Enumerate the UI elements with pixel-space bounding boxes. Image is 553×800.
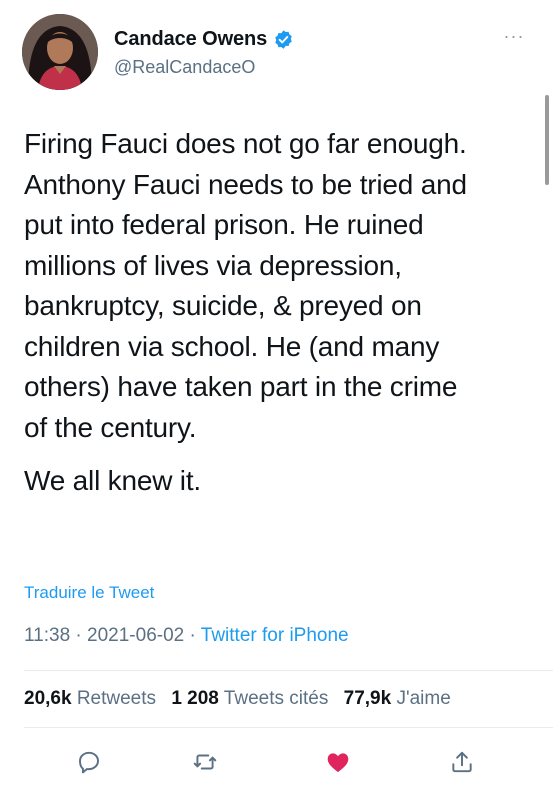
translate-tweet-link[interactable]: Traduire le Tweet [24, 583, 154, 603]
share-icon [452, 751, 472, 773]
divider [24, 670, 553, 671]
quote-tweets-count: 1 208 [171, 688, 219, 709]
engagement-stats: 20,6k Retweets 1 208 Tweets cités 77,9k … [24, 688, 461, 710]
tweet-time: 11:38 [24, 625, 71, 646]
scrollbar[interactable] [545, 95, 549, 185]
retweets-stat[interactable]: 20,6k Retweets [24, 688, 156, 709]
handle[interactable]: @RealCandaceO [114, 57, 255, 78]
tweet-paragraph: Firing Fauci does not go far enough. Ant… [24, 128, 467, 443]
reply-icon [79, 751, 99, 774]
retweets-label: Retweets [76, 688, 157, 709]
retweets-count: 20,6k [24, 688, 72, 709]
tweet-date: 2021-06-02 [87, 625, 185, 646]
display-name[interactable]: Candace Owens [114, 28, 267, 51]
retweet-button[interactable] [183, 740, 227, 784]
divider [24, 727, 553, 728]
verified-badge-icon [275, 30, 292, 49]
likes-count: 77,9k [343, 688, 392, 709]
meta-separator: · [70, 625, 88, 646]
quote-tweets-stat[interactable]: 1 208 Tweets cités [171, 688, 328, 709]
reply-button[interactable] [67, 740, 111, 784]
meta-separator: · [184, 625, 201, 646]
avatar[interactable] [22, 14, 98, 90]
tweet-paragraph: We all knew it. [24, 465, 201, 496]
tweet-detail: Candace Owens @RealCandaceO ··· Firing F… [0, 0, 553, 800]
retweet-icon [193, 754, 217, 770]
like-icon [327, 753, 349, 773]
likes-label: J'aime [396, 688, 451, 709]
tweet-text: Firing Fauci does not go far enough. Ant… [24, 124, 534, 502]
share-button[interactable] [440, 740, 484, 784]
tweet-metadata: 11:38 · 2021-06-02 · Twitter for iPhone [24, 625, 349, 647]
quote-tweets-label: Tweets cités [223, 688, 329, 709]
like-button[interactable] [316, 740, 360, 784]
tweet-source-link[interactable]: Twitter for iPhone [201, 625, 349, 646]
more-options-icon[interactable]: ··· [500, 26, 528, 46]
author-name-row[interactable]: Candace Owens [114, 28, 294, 51]
action-bar [0, 740, 553, 784]
likes-stat[interactable]: 77,9k J'aime [344, 688, 451, 709]
